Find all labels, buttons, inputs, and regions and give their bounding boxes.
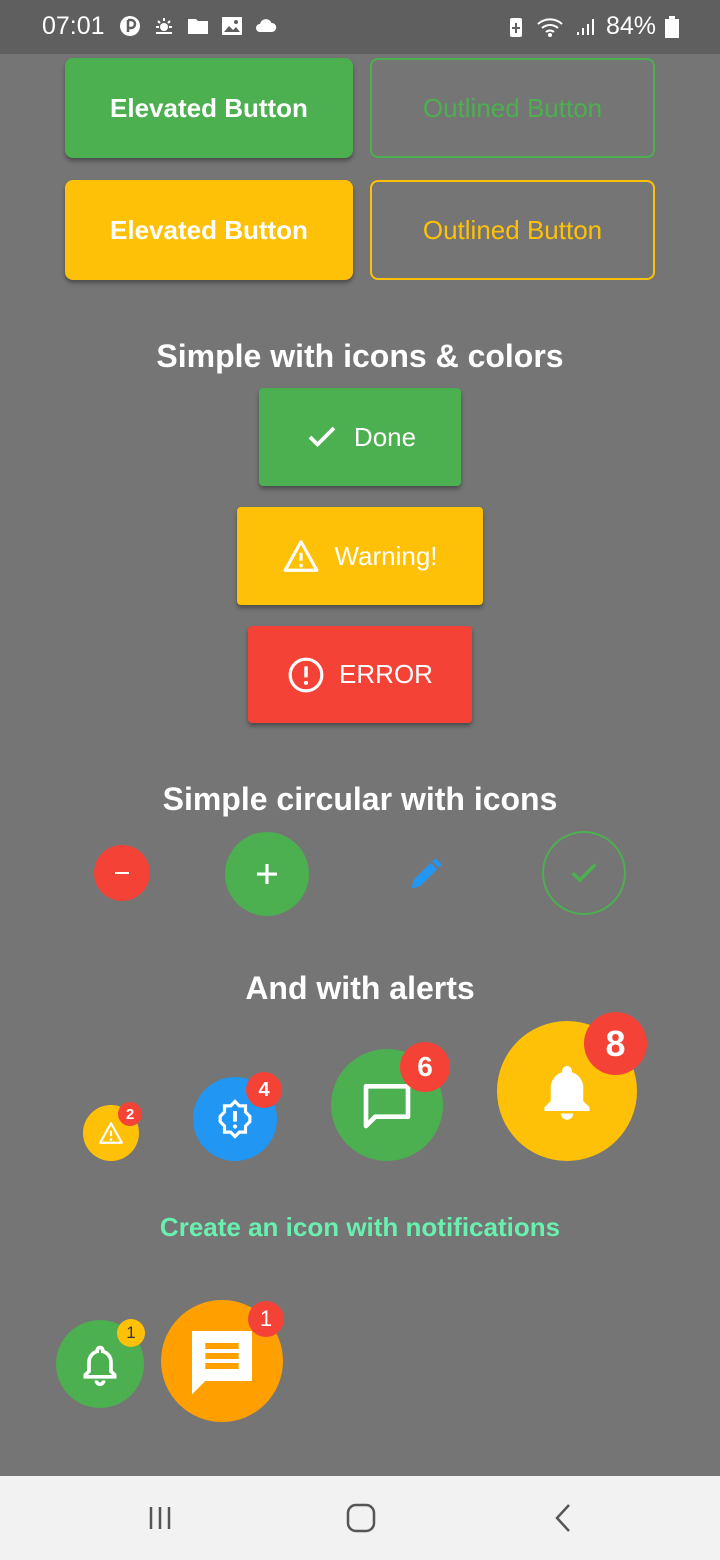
outlined-button-label: Outlined Button — [422, 214, 603, 245]
bell-outline-icon — [83, 1345, 117, 1386]
check-icon — [571, 863, 597, 883]
check-icon — [308, 426, 336, 448]
warning-icon — [284, 540, 319, 572]
elevated-button-amber[interactable]: Elevated Button — [65, 180, 353, 280]
outlined-button-label: Outlined Button — [422, 92, 603, 123]
outlined-button-green[interactable]: Outlined Button — [370, 58, 655, 158]
notification-badge: 1 — [117, 1319, 145, 1347]
home-button[interactable] — [331, 1496, 391, 1540]
check-circle-button[interactable] — [542, 831, 626, 915]
plus-icon — [257, 864, 277, 884]
edit-button[interactable] — [396, 844, 456, 904]
back-icon — [555, 1504, 570, 1532]
elevated-button-label: Elevated Button — [110, 214, 308, 245]
minus-button[interactable] — [94, 845, 150, 901]
outlined-button-amber[interactable]: Outlined Button — [370, 180, 655, 280]
message-icon — [192, 1331, 252, 1395]
alert-badge: 4 — [246, 1072, 282, 1108]
status-time: 07:01 — [42, 12, 105, 40]
alert-badge: 2 — [118, 1102, 142, 1126]
signal-icon — [576, 18, 594, 35]
weather-icon — [156, 18, 172, 34]
error-icon — [288, 657, 324, 692]
error-button[interactable]: ERROR — [248, 626, 472, 723]
warning-button[interactable]: Warning! — [237, 507, 483, 605]
back-button[interactable] — [533, 1496, 593, 1540]
image-icon — [222, 17, 242, 35]
edit-icon — [411, 858, 442, 889]
cloud-icon — [256, 19, 277, 32]
done-button-label: Done — [353, 421, 417, 452]
minus-icon — [115, 872, 129, 874]
settings-alert-icon — [218, 1099, 252, 1139]
done-button[interactable]: Done — [259, 388, 461, 486]
status-bar: 07:01 84% — [0, 0, 720, 54]
battery-icon — [665, 15, 679, 38]
alert-badge: 8 — [584, 1012, 647, 1075]
navigation-bar — [0, 1476, 720, 1560]
warning-button-label: Warning! — [334, 540, 438, 571]
error-button-label: ERROR — [339, 659, 433, 689]
elevated-button-green[interactable]: Elevated Button — [65, 58, 353, 158]
recents-button[interactable] — [130, 1496, 190, 1540]
recents-icon — [149, 1507, 171, 1529]
warning-icon — [99, 1122, 123, 1144]
battery-percent: 84% — [605, 12, 656, 40]
chat-icon — [363, 1084, 411, 1129]
app-icon — [120, 16, 140, 36]
alert-badge: 6 — [400, 1042, 450, 1092]
create-icon-notifications-link[interactable]: Create an icon with notifications — [0, 1212, 720, 1243]
section-title-icons-colors: Simple with icons & colors — [156, 338, 564, 374]
section-title-circular: Simple circular with icons — [162, 781, 558, 817]
section-title-alerts: And with alerts — [245, 970, 475, 1006]
notification-badge: 1 — [248, 1301, 284, 1337]
plus-button[interactable] — [225, 832, 309, 916]
bell-icon — [544, 1066, 590, 1120]
elevated-button-label: Elevated Button — [110, 92, 308, 123]
wifi-icon — [537, 17, 563, 37]
battery-saver-icon — [509, 17, 522, 37]
folder-icon — [188, 19, 208, 34]
home-icon — [346, 1503, 376, 1533]
